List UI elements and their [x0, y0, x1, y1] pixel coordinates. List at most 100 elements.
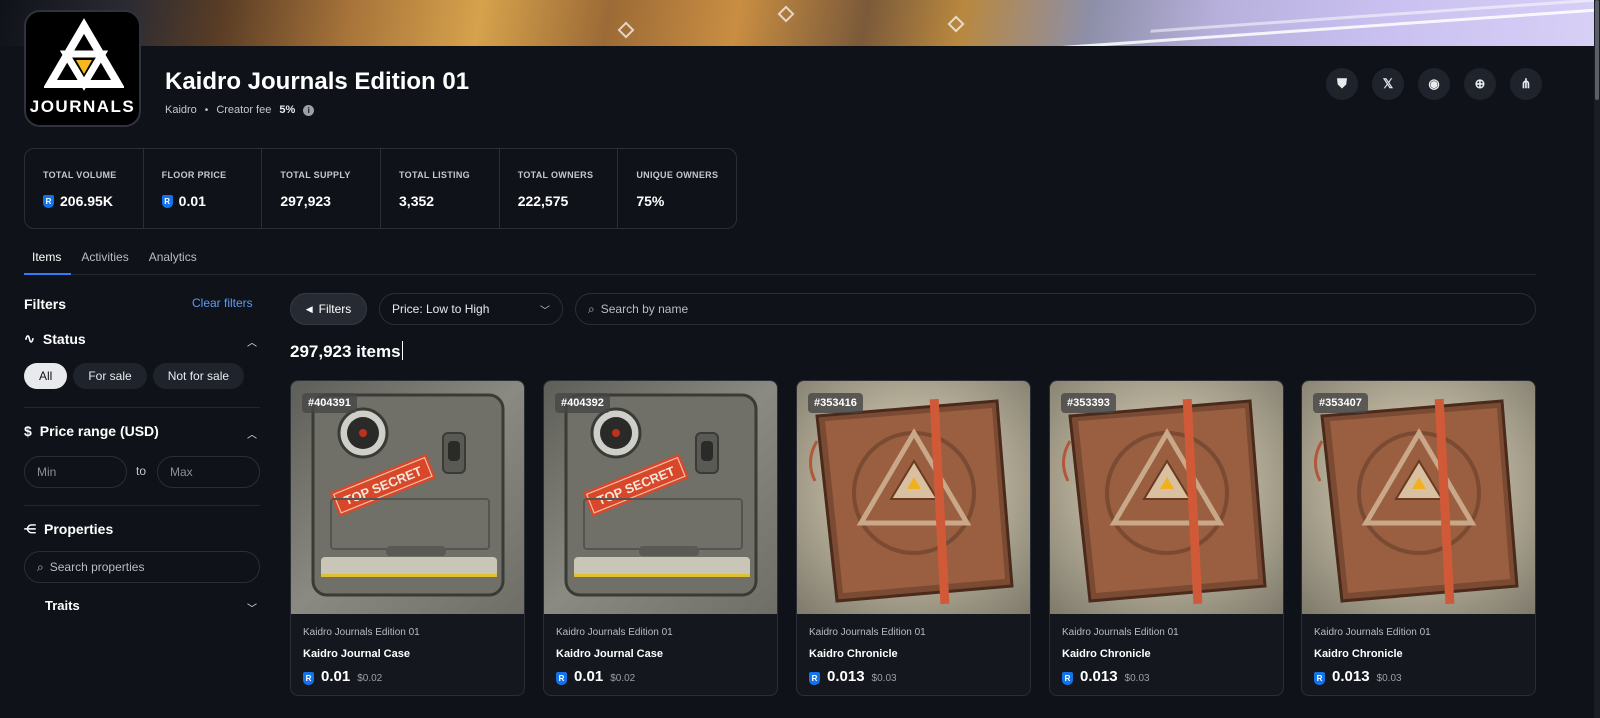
price-value: 0.01 [321, 668, 351, 685]
chevron-down-icon[interactable]: ﹀ [247, 600, 257, 615]
filters-heading: Filters [24, 296, 67, 312]
status-for-sale[interactable]: For sale [73, 363, 147, 389]
nft-card[interactable]: TOP SECRET #404391 Kaidro Journals Editi… [290, 380, 525, 696]
info-icon[interactable]: i [303, 104, 315, 116]
ron-icon: R [556, 672, 567, 685]
price-value: 0.013 [827, 668, 865, 685]
properties-title: Properties [44, 521, 114, 537]
stat-label: TOTAL VOLUME [43, 170, 117, 180]
token-id-badge: #353416 [808, 393, 863, 413]
card-collection-name: Kaidro Journals Edition 01 [809, 627, 926, 638]
nft-card[interactable]: #353393 Kaidro Journals Edition 01 Kaidr… [1049, 380, 1284, 696]
creator-fee-label: Creator fee [216, 104, 272, 116]
globe-icon[interactable]: ⊕ [1464, 68, 1496, 100]
stat-total-volume: TOTAL VOLUME R 206.95K [25, 149, 144, 228]
tab-activities[interactable]: Activities [71, 248, 138, 275]
separator-dot: • [204, 104, 209, 116]
price-usd: $0.02 [357, 673, 383, 684]
sort-select[interactable]: Price: Low to High ﹀ [379, 293, 563, 325]
stat-value: R 206.95K [43, 193, 143, 209]
price-section-toggle[interactable]: $ Price range (USD) [24, 423, 159, 439]
status-all[interactable]: All [24, 363, 68, 389]
card-collection-name: Kaidro Journals Edition 01 [1062, 627, 1179, 638]
nft-image[interactable] [797, 381, 1030, 614]
activity-icon: ∿ [24, 331, 35, 346]
nft-card[interactable]: #353407 Kaidro Journals Edition 01 Kaidr… [1301, 380, 1536, 696]
price-value: 0.01 [574, 668, 604, 685]
stat-label: TOTAL SUPPLY [280, 170, 351, 180]
tab-analytics[interactable]: Analytics [139, 248, 207, 275]
discord-icon[interactable]: ◉ [1418, 68, 1450, 100]
share-icon[interactable]: ⋔ [1510, 68, 1542, 100]
search-icon: ⌕ [588, 301, 595, 316]
shield-icon[interactable]: ⛊ [1326, 68, 1358, 100]
status-options: All For sale Not for sale [24, 363, 245, 389]
stat-label: TOTAL LISTING [399, 170, 470, 180]
status-not-for-sale[interactable]: Not for sale [152, 363, 245, 389]
properties-search-placeholder: Search properties [49, 560, 145, 574]
nft-image[interactable] [1302, 381, 1535, 614]
chevron-up-icon[interactable]: ︿ [247, 426, 257, 441]
creator-fee-value: 5% [279, 104, 296, 116]
traits-toggle[interactable]: Traits [45, 598, 80, 613]
card-collection-name: Kaidro Journals Edition 01 [303, 627, 420, 638]
card-price: R 0.013 $0.03 [809, 668, 897, 685]
filters-button-label: Filters [318, 302, 352, 316]
price-min-input[interactable]: Min [24, 456, 127, 488]
stat-label: FLOOR PRICE [161, 170, 227, 180]
social-links: ⛊ 𝕏 ◉ ⊕ ⋔ [1326, 68, 1542, 100]
properties-search-input[interactable]: ⌕ Search properties [24, 551, 260, 583]
ron-icon: R [161, 194, 173, 208]
card-collection-name: Kaidro Journals Edition 01 [556, 627, 673, 638]
card-price: R 0.013 $0.03 [1314, 668, 1402, 685]
collection-banner [0, 0, 1600, 46]
token-id-badge: #404392 [555, 393, 610, 413]
x-icon[interactable]: 𝕏 [1372, 68, 1404, 100]
price-usd: $0.03 [871, 673, 897, 684]
card-price: R 0.013 $0.03 [1062, 668, 1150, 685]
token-id-badge: #404391 [302, 393, 357, 413]
journals-triangle-icon [44, 18, 124, 91]
stat-value: 75% [636, 193, 665, 209]
creator-link[interactable]: Kaidro [165, 104, 197, 116]
items-count: 297,923 items [290, 341, 403, 361]
status-section-toggle[interactable]: ∿ Status [24, 331, 86, 347]
status-title: Status [42, 331, 86, 347]
stat-value: R 0.01 [161, 193, 262, 209]
stat-total-listing: TOTAL LISTING 3,352 [381, 149, 500, 228]
chronicle-book-image [1062, 398, 1267, 605]
nft-image[interactable]: TOP SECRET [291, 381, 524, 614]
card-item-name: Kaidro Journal Case [556, 648, 663, 660]
tab-items[interactable]: Items [24, 248, 72, 275]
collection-stats: TOTAL VOLUME R 206.95K FLOOR PRICE R 0.01 … [24, 148, 737, 229]
nft-card[interactable]: #353416 Kaidro Journals Edition 01 Kaidr… [796, 380, 1031, 696]
card-price: R 0.01 $0.02 [303, 668, 382, 685]
nft-card[interactable]: TOP SECRET #404392 Kaidro Journals Editi… [543, 380, 778, 696]
card-item-name: Kaidro Chronicle [1314, 648, 1403, 660]
toggle-filters-button[interactable]: ◀ Filters [290, 293, 367, 325]
collection-logo: JOURNALS [24, 10, 141, 127]
ron-icon: R [303, 672, 314, 685]
chevron-down-icon: ﹀ [540, 305, 550, 317]
nft-image[interactable] [1050, 381, 1283, 614]
price-value: 0.013 [1080, 668, 1118, 685]
clear-filters-link[interactable]: Clear filters [192, 296, 253, 310]
nft-image[interactable]: TOP SECRET [544, 381, 777, 614]
token-id-badge: #353393 [1061, 393, 1116, 413]
collection-meta: Kaidro • Creator fee 5% i [165, 104, 315, 116]
price-value: 0.013 [1332, 668, 1370, 685]
stat-value: 3,352 [399, 193, 435, 209]
ron-icon: R [809, 672, 820, 685]
search-input[interactable]: ⌕ Search by name [575, 293, 1536, 325]
price-usd: $0.02 [610, 673, 636, 684]
token-id-badge: #353407 [1313, 393, 1368, 413]
price-max-input[interactable]: Max [157, 456, 260, 488]
ron-icon: R [1314, 672, 1325, 685]
chevron-up-icon[interactable]: ︿ [247, 334, 257, 349]
card-collection-name: Kaidro Journals Edition 01 [1314, 627, 1431, 638]
card-item-name: Kaidro Journal Case [303, 648, 410, 660]
sort-label: Price: Low to High [392, 302, 490, 316]
properties-icon: ⋲ [24, 522, 36, 536]
stat-unique-owners: UNIQUE OWNERS 75% [618, 149, 736, 228]
page-scrollbar[interactable] [1594, 0, 1600, 718]
